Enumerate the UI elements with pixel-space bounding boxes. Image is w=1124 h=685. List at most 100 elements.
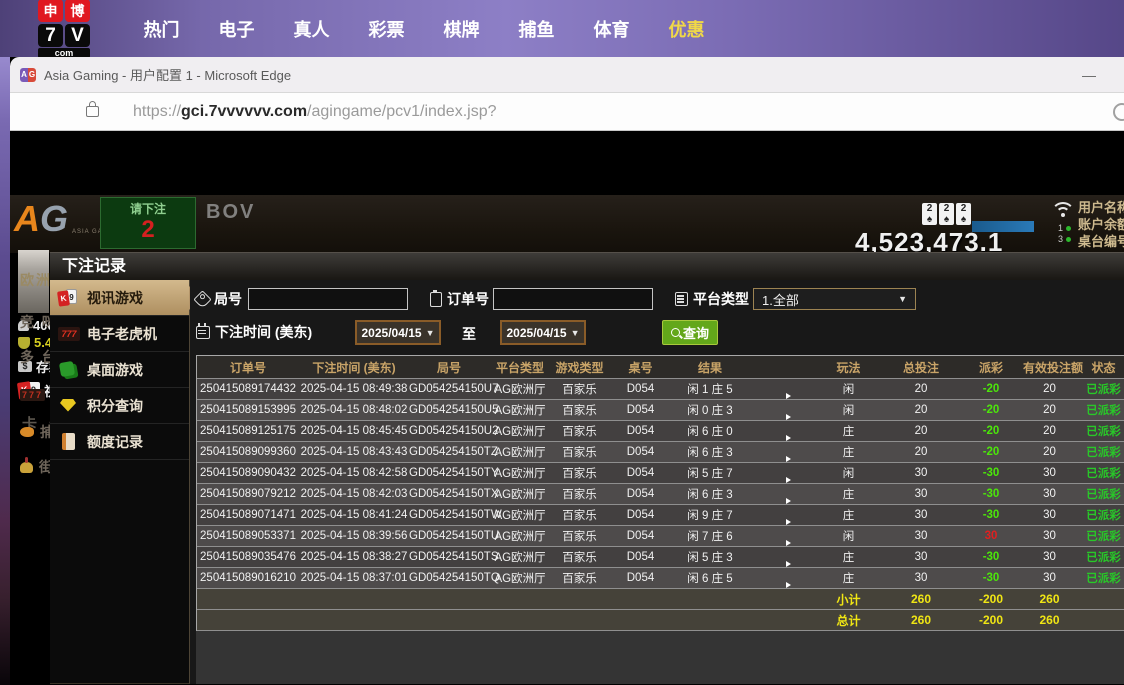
cell-result: 闲 7 庄 6 — [673, 528, 747, 544]
sidebar-item-label: 电子老虎机 — [87, 324, 157, 344]
document-icon — [62, 433, 75, 450]
cell-round-number: GD054254150TY — [409, 467, 489, 479]
search-button[interactable]: 查询 — [662, 320, 718, 345]
column-header: 派彩 — [959, 359, 1023, 376]
cell-table-number: D054 — [608, 509, 673, 521]
cell-game-type: 百家乐 — [551, 444, 608, 460]
joystick-icon — [20, 462, 33, 473]
round-number-label: 局号 — [196, 289, 242, 309]
nav-item-捕鱼[interactable]: 捕鱼 — [499, 16, 574, 42]
cell-payout: -30 — [959, 572, 1023, 584]
sidebar-item-label: 额度记录 — [87, 432, 143, 452]
date-to-select[interactable]: 2025/04/15▼ — [500, 320, 586, 345]
cell-table-number: D054 — [608, 530, 673, 542]
cell-payout: -20 — [959, 404, 1023, 416]
cell-table-number: D054 — [608, 488, 673, 500]
dice-icon — [58, 360, 80, 380]
account-label: 用户名称 — [1078, 199, 1124, 216]
cell-valid-bet: 30 — [1023, 488, 1076, 500]
modal-content: 局号 订单号 平台类型 1.全部 — [190, 280, 1124, 684]
cell-bet-time: 2025-04-15 08:41:24 — [299, 509, 409, 521]
cell-game-type: 百家乐 — [551, 549, 608, 565]
total-row-label: 总计 — [814, 612, 883, 629]
cell-order-number: 250415089079212 — [197, 488, 299, 500]
order-number-input[interactable] — [493, 288, 653, 310]
nav-item-优惠[interactable]: 优惠 — [649, 16, 724, 42]
chevron-down-icon: ▼ — [426, 328, 435, 338]
bov-watermark: BOV — [206, 201, 255, 224]
cell-order-number: 250415089099360 — [197, 446, 299, 458]
edge-window: AG Asia Gaming - 用户配置 1 - Microsoft Edge… — [10, 57, 1124, 685]
cell-total-bet: 30 — [883, 509, 959, 521]
cell-platform: AG欧洲厅 — [489, 528, 551, 544]
sidebar-item-电子老虎机[interactable]: 777电子老虎机 — [50, 316, 189, 352]
sidebar-item-额度记录[interactable]: 额度记录 — [50, 424, 189, 460]
cell-order-number: 250415089071471 — [197, 509, 299, 521]
window-titlebar[interactable]: AG Asia Gaming - 用户配置 1 - Microsoft Edge… — [10, 57, 1124, 92]
cell-platform: AG欧洲厅 — [489, 507, 551, 523]
column-header: 总投注 — [883, 359, 959, 376]
date-from-select[interactable]: 2025/04/15▼ — [355, 320, 441, 345]
cell-result: 闲 6 庄 5 — [673, 570, 747, 586]
cell-result: 闲 6 庄 3 — [673, 444, 747, 460]
nav-item-彩票[interactable]: 彩票 — [349, 16, 424, 42]
cell-table-number: D054 — [608, 383, 673, 395]
cell-status: 已派彩 — [1076, 507, 1124, 523]
cell-round-number: GD054254150TU — [409, 530, 489, 542]
sidebar-item-视讯游戏[interactable]: K9视讯游戏 — [50, 280, 189, 316]
cell-table-number: D054 — [608, 446, 673, 458]
nav-item-热门[interactable]: 热门 — [124, 16, 199, 42]
logo-char-shen: 申 — [38, 0, 63, 22]
ag-logo-g: G — [40, 199, 68, 239]
cell-valid-bet: 30 — [1023, 551, 1076, 563]
cell-bet-time: 2025-04-15 08:49:38 — [299, 383, 409, 395]
slots-777-icon: 777 — [20, 389, 45, 401]
minimize-button[interactable]: — — [1064, 67, 1114, 83]
cell-status: 已派彩 — [1076, 381, 1124, 397]
cell-round-number: GD054254150TQ — [409, 572, 489, 584]
cell-platform: AG欧洲厅 — [489, 444, 551, 460]
cell-result: 闲 5 庄 3 — [673, 549, 747, 565]
cell-round-number: GD054254150TS — [409, 551, 489, 563]
cell-payout: -20 — [959, 383, 1023, 395]
sidebar-item-积分查询[interactable]: 积分查询 — [50, 388, 189, 424]
nav-item-体育[interactable]: 体育 — [574, 16, 649, 42]
fish-icon — [20, 427, 34, 437]
nav-item-真人[interactable]: 真人 — [274, 16, 349, 42]
cell-status: 已派彩 — [1076, 402, 1124, 418]
cell-game-type: 百家乐 — [551, 465, 608, 481]
cell-bet-time: 2025-04-15 08:39:56 — [299, 530, 409, 542]
cell-order-number: 250415089016210 — [197, 572, 299, 584]
cell-payout: 30 — [959, 530, 1023, 542]
sidebar-item-桌面游戏[interactable]: 桌面游戏 — [50, 352, 189, 388]
cell-bet-time: 2025-04-15 08:43:43 — [299, 446, 409, 458]
cards-icon: K9 — [58, 288, 80, 308]
cell-order-number: 250415089035476 — [197, 551, 299, 563]
nav-item-棋牌[interactable]: 棋牌 — [424, 16, 499, 42]
refresh-icon[interactable] — [1113, 103, 1124, 121]
bet-time-label: 下注时间 (美东) — [196, 322, 312, 342]
site-logo[interactable]: 申 博 7 V com — [36, 0, 92, 57]
cell-valid-bet: 20 — [1023, 446, 1076, 458]
platform-type-select[interactable]: 1.全部 ▼ — [753, 288, 916, 310]
address-bar[interactable]: https://gci.7vvvvvv.com/agingame/pcv1/in… — [10, 92, 1124, 131]
cell-result: 闲 9 庄 7 — [673, 507, 747, 523]
top-nav-items: 热门电子真人彩票棋牌捕鱼体育优惠 — [124, 16, 724, 42]
round-number-input[interactable] — [248, 288, 408, 310]
cell-game-type: 百家乐 — [551, 528, 608, 544]
cell-valid-bet: 30 — [1023, 530, 1076, 542]
order-number-label: 订单号 — [430, 289, 489, 309]
cell-payout: -30 — [959, 467, 1023, 479]
cell-valid-bet: 30 — [1023, 572, 1076, 584]
cell-play-side: 庄 — [814, 549, 883, 565]
cell-bet-time: 2025-04-15 08:37:01 — [299, 572, 409, 584]
nav-item-电子[interactable]: 电子 — [199, 16, 274, 42]
lock-icon — [86, 106, 99, 117]
sidebar-item-label: 桌面游戏 — [87, 360, 143, 380]
wifi-icon — [1050, 201, 1076, 221]
cell-order-number: 250415089125175 — [197, 425, 299, 437]
url-text[interactable]: https://gci.7vvvvvv.com/agingame/pcv1/in… — [133, 103, 497, 121]
column-header: 下注时间 (美东) — [299, 359, 409, 376]
cell-total-bet: 30 — [883, 488, 959, 500]
ag-favicon-icon: AG — [20, 68, 36, 82]
